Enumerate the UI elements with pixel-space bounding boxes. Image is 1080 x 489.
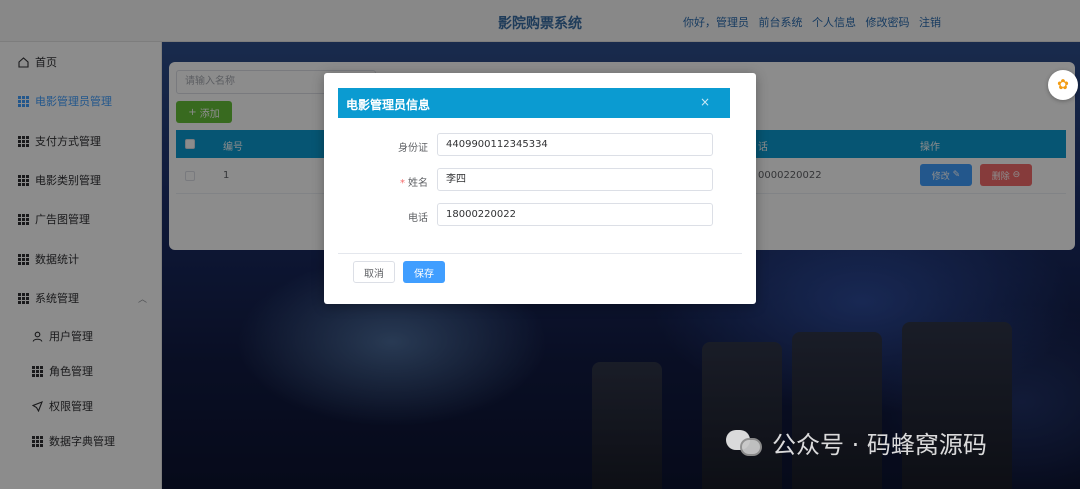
save-button[interactable]: 保存 xyxy=(403,261,445,283)
phone-label: 电话 xyxy=(408,213,428,224)
form-row-name: * 姓名 李四 xyxy=(324,168,756,192)
name-field[interactable]: 李四 xyxy=(437,168,713,191)
cancel-button[interactable]: 取消 xyxy=(353,261,395,283)
dialog-title: 电影管理员信息 xyxy=(346,98,431,112)
floating-assistant-icon[interactable]: ✿ xyxy=(1048,70,1078,100)
form-row-id-card: 身份证 4409900112345334 xyxy=(324,133,756,157)
id-card-label: 身份证 xyxy=(398,143,428,154)
required-asterisk: * xyxy=(400,178,405,189)
close-icon[interactable]: × xyxy=(700,95,710,109)
dialog-header: 电影管理员信息 × xyxy=(338,88,730,118)
name-label: * 姓名 xyxy=(400,178,428,189)
dialog-divider xyxy=(338,253,742,254)
watermark-text: 公众号 · 码蜂窝源码 xyxy=(772,431,987,459)
phone-field[interactable]: 18000220022 xyxy=(437,203,713,226)
admin-info-dialog: 电影管理员信息 × 身份证 4409900112345334 * 姓名 李四 电话… xyxy=(324,73,756,304)
form-row-phone: 电话 18000220022 xyxy=(324,203,756,227)
wechat-watermark: 公众号 · 码蜂窝源码 xyxy=(726,425,987,460)
wechat-logo-icon xyxy=(726,428,764,458)
id-card-field[interactable]: 4409900112345334 xyxy=(437,133,713,156)
